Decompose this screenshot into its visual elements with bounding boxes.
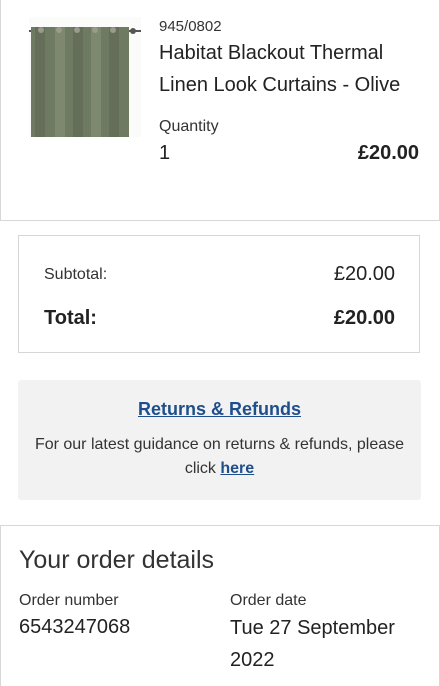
returns-guidance-text: For our latest guidance on returns & ref… <box>18 433 421 481</box>
quantity-value: 1 <box>159 142 171 164</box>
returns-refunds-link[interactable]: Returns & Refunds <box>18 399 421 420</box>
returns-refunds-panel: Returns & Refunds For our latest guidanc… <box>18 380 421 500</box>
order-number-label: Order number <box>19 592 119 609</box>
subtotal-value: £20.00 <box>333 263 395 285</box>
curtain-product-image[interactable] <box>29 17 141 137</box>
total-value: £20.00 <box>333 307 395 329</box>
order-date-label: Order date <box>230 592 307 609</box>
order-details-section: Your order details Order number 65432470… <box>0 525 440 686</box>
quantity-label: Quantity <box>159 118 219 135</box>
product-name[interactable]: Habitat Blackout Thermal Linen Look Curt… <box>159 37 429 101</box>
product-sku: 945/0802 <box>159 18 222 35</box>
order-date-value: Tue 27 September 2022 <box>230 617 395 671</box>
line-price: £20.00 <box>357 142 419 164</box>
curtain-icon <box>29 17 141 137</box>
basket-item-card: 945/0802 Habitat Blackout Thermal Linen … <box>0 0 440 221</box>
order-details-heading: Your order details <box>19 546 215 574</box>
returns-here-link[interactable]: here <box>220 460 254 477</box>
total-label: Total: <box>44 307 97 329</box>
order-totals-box: Subtotal: £20.00 Total: £20.00 <box>18 235 420 353</box>
order-number-value: 6543247068 <box>19 616 131 638</box>
subtotal-label: Subtotal: <box>44 266 108 283</box>
